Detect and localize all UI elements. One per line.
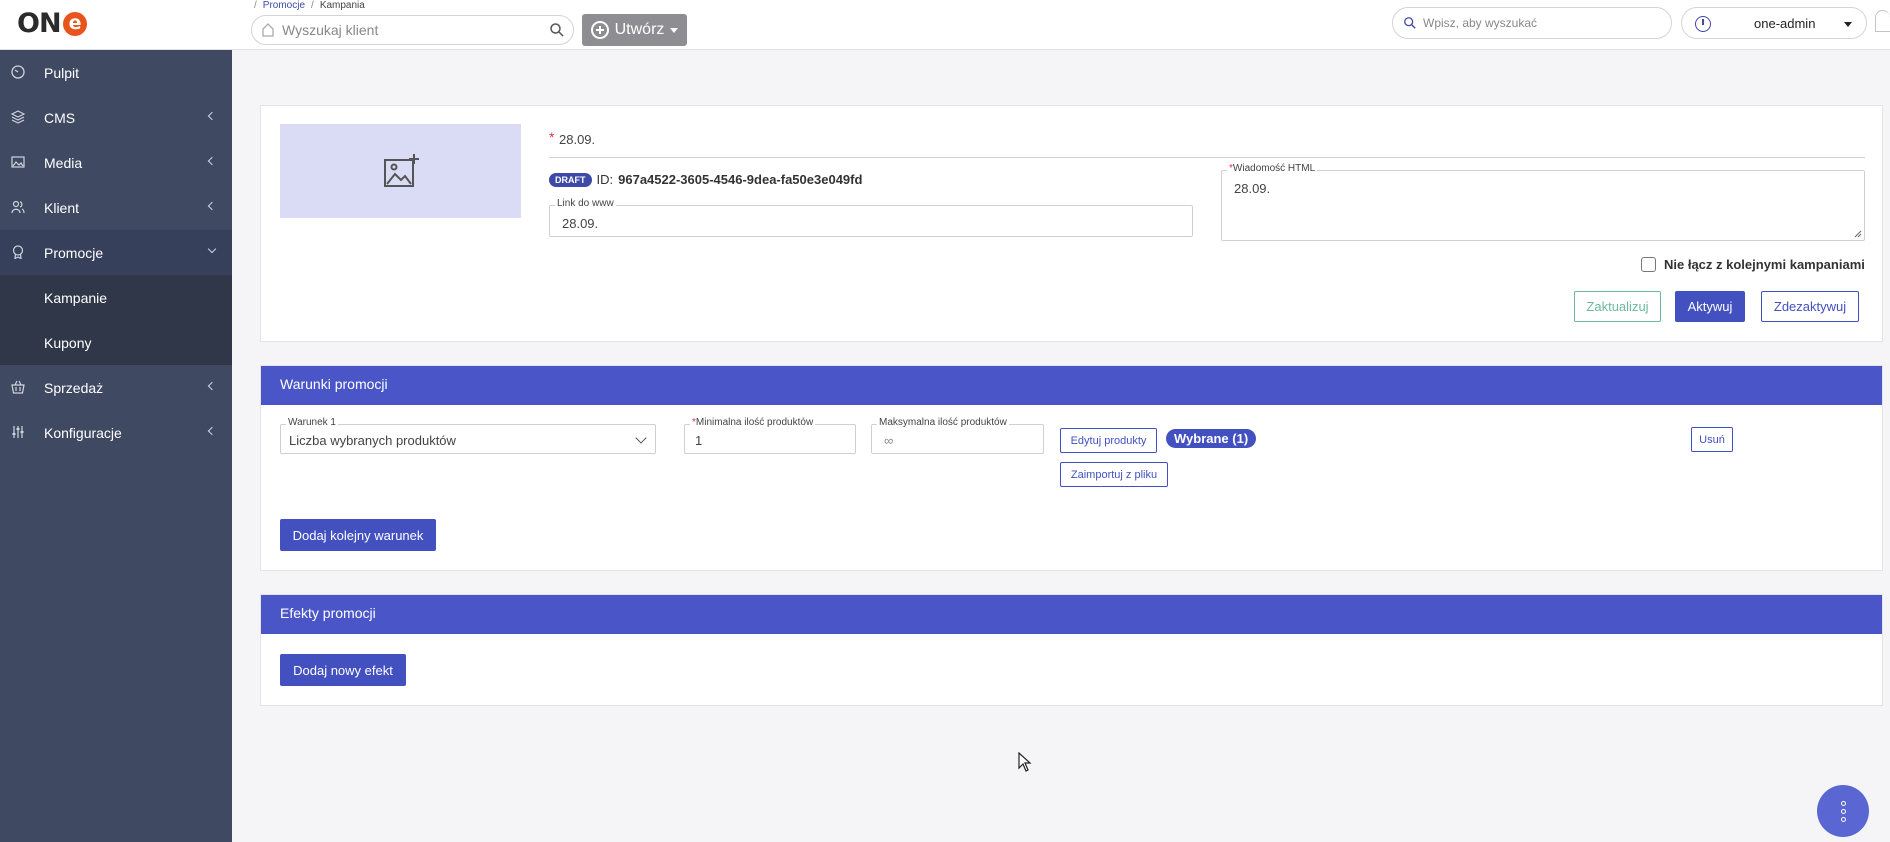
dot-icon bbox=[1840, 808, 1846, 814]
import-from-file-button[interactable]: Zaimportuj z pliku bbox=[1060, 462, 1168, 487]
more-actions-button[interactable] bbox=[1817, 785, 1869, 837]
dashboard-icon bbox=[11, 65, 25, 79]
no-join-label: Nie łącz z kolejnymi kampaniami bbox=[1664, 257, 1865, 272]
edit-products-button[interactable]: Edytuj produkty bbox=[1060, 428, 1157, 453]
no-join-checkbox[interactable] bbox=[1641, 257, 1656, 272]
sidebar-item-kampanie[interactable]: Kampanie bbox=[0, 275, 232, 320]
html-message-field[interactable]: *Wiadomość HTML 28.09. bbox=[1221, 163, 1865, 241]
min-products-value: 1 bbox=[695, 433, 703, 448]
home-icon bbox=[262, 23, 274, 37]
sidebar-item-cms[interactable]: CMS bbox=[0, 95, 232, 140]
top-bar: ON e / Promocje / Kampania Wyszukaj klien… bbox=[0, 0, 1890, 50]
create-label: Utwórz bbox=[614, 21, 665, 38]
condition-select[interactable]: Warunek 1 Liczba wybranych produktów bbox=[280, 417, 656, 454]
campaign-name-value: 28.09. bbox=[559, 132, 596, 147]
app-logo[interactable]: ON e bbox=[17, 8, 87, 39]
layers-icon bbox=[11, 110, 25, 124]
chevron-left-icon bbox=[207, 156, 217, 166]
sidebar-item-kupony[interactable]: Kupony bbox=[0, 320, 232, 365]
conditions-header: Warunki promocji bbox=[261, 366, 1882, 405]
resize-handle-icon[interactable] bbox=[1854, 230, 1862, 238]
max-products-value: ∞ bbox=[884, 433, 894, 448]
condition-label: Warunek 1 bbox=[286, 417, 338, 428]
add-condition-button[interactable]: Dodaj kolejny warunek bbox=[280, 519, 436, 551]
dot-icon bbox=[1840, 800, 1846, 806]
breadcrumb-kampania: Kampania bbox=[319, 0, 365, 11]
conditions-card: Warunki promocji Warunek 1 Liczba wybran… bbox=[260, 365, 1883, 571]
condition-value: Liczba wybranych produktów bbox=[289, 433, 456, 448]
logo-text: ON bbox=[17, 8, 62, 39]
effects-card: Efekty promocji Dodaj nowy efekt bbox=[260, 594, 1883, 706]
global-search-input[interactable]: Wpisz, aby wyszukać bbox=[1392, 7, 1672, 39]
client-search-placeholder: Wyszukaj klient bbox=[282, 22, 379, 38]
update-button[interactable]: Zaktualizuj bbox=[1574, 291, 1661, 322]
search-icon bbox=[1404, 17, 1416, 29]
image-icon bbox=[11, 156, 25, 168]
sidebar-item-media[interactable]: Media bbox=[0, 140, 232, 185]
search-icon[interactable] bbox=[549, 22, 565, 38]
chevron-down-icon bbox=[207, 244, 217, 254]
create-button[interactable]: Utwórz bbox=[582, 14, 687, 46]
sidebar-item-konfiguracje[interactable]: Konfiguracje bbox=[0, 410, 232, 455]
sidebar-item-sprzedaz[interactable]: Sprzedaż bbox=[0, 365, 232, 410]
campaign-id-row: DRAFT ID: 967a4522-3605-4546-9dea-fa50e3… bbox=[549, 172, 862, 187]
caret-down-icon bbox=[670, 27, 679, 33]
clock-icon bbox=[1695, 16, 1711, 32]
promocje-submenu: Kampanie Kupony bbox=[0, 275, 232, 365]
min-products-field[interactable]: *Minimalna ilość produktów 1 bbox=[684, 417, 856, 454]
chevron-down-icon bbox=[635, 432, 647, 444]
html-message-label: *Wiadomość HTML bbox=[1227, 163, 1318, 174]
breadcrumb: / Promocje / Kampania bbox=[254, 0, 365, 11]
required-marker: * bbox=[549, 129, 555, 145]
link-field[interactable]: Link do www 28.09. bbox=[549, 198, 1193, 237]
logo-e: e bbox=[62, 11, 87, 36]
mouse-cursor-icon bbox=[1018, 752, 1032, 772]
effects-header: Efekty promocji bbox=[261, 595, 1882, 634]
remove-condition-button[interactable]: Usuń bbox=[1691, 427, 1733, 452]
users-icon bbox=[11, 200, 25, 214]
breadcrumb-promocje[interactable]: Promocje bbox=[263, 0, 305, 11]
sidebar-item-klient[interactable]: Klient bbox=[0, 185, 232, 230]
dot-icon bbox=[1840, 816, 1846, 822]
selected-products-chip[interactable]: Wybrane (1) bbox=[1166, 429, 1257, 448]
badge-icon bbox=[12, 245, 24, 259]
chevron-left-icon bbox=[207, 426, 217, 436]
basket-icon bbox=[11, 380, 25, 394]
link-value: 28.09. bbox=[562, 216, 599, 231]
campaign-card: * 28.09. DRAFT ID: 967a4522-3605-4546-9d… bbox=[260, 105, 1883, 342]
status-badge: DRAFT bbox=[549, 172, 592, 187]
notifications-icon[interactable] bbox=[1875, 10, 1890, 32]
client-search-input[interactable]: Wyszukaj klient bbox=[251, 15, 574, 45]
global-search-placeholder: Wpisz, aby wyszukać bbox=[1423, 16, 1538, 30]
max-products-label: Maksymalna ilość produktów bbox=[877, 417, 1009, 428]
add-image-icon bbox=[383, 154, 419, 187]
sliders-icon bbox=[12, 426, 24, 438]
id-label: ID: bbox=[596, 172, 614, 187]
id-value: 967a4522-3605-4546-9dea-fa50e3e049fd bbox=[618, 172, 863, 187]
min-products-label: *Minimalna ilość produktów bbox=[690, 417, 816, 428]
no-join-checkbox-row[interactable]: Nie łącz z kolejnymi kampaniami bbox=[1641, 257, 1865, 272]
sidebar: Pulpit CMS Media Klient Promocje Kampani… bbox=[0, 50, 232, 842]
campaign-name-field[interactable]: * 28.09. bbox=[549, 129, 1865, 158]
add-effect-button[interactable]: Dodaj nowy efekt bbox=[280, 654, 406, 686]
caret-down-icon bbox=[1844, 22, 1852, 27]
plus-circle-icon bbox=[590, 21, 609, 39]
chevron-left-icon bbox=[207, 201, 217, 211]
username: one-admin bbox=[1754, 15, 1816, 31]
max-products-field[interactable]: Maksymalna ilość produktów ∞ bbox=[871, 417, 1044, 454]
sidebar-item-promocje[interactable]: Promocje bbox=[0, 230, 232, 275]
user-menu[interactable]: one-admin bbox=[1681, 7, 1867, 39]
sidebar-item-pulpit[interactable]: Pulpit bbox=[0, 50, 232, 95]
link-label: Link do www bbox=[555, 198, 616, 209]
deactivate-button[interactable]: Zdezaktywuj bbox=[1761, 291, 1859, 322]
campaign-image-placeholder[interactable] bbox=[280, 124, 521, 218]
chevron-left-icon bbox=[207, 111, 217, 121]
chevron-left-icon bbox=[207, 381, 217, 391]
activate-button[interactable]: Aktywuj bbox=[1675, 291, 1745, 322]
html-message-value: 28.09. bbox=[1234, 181, 1271, 196]
